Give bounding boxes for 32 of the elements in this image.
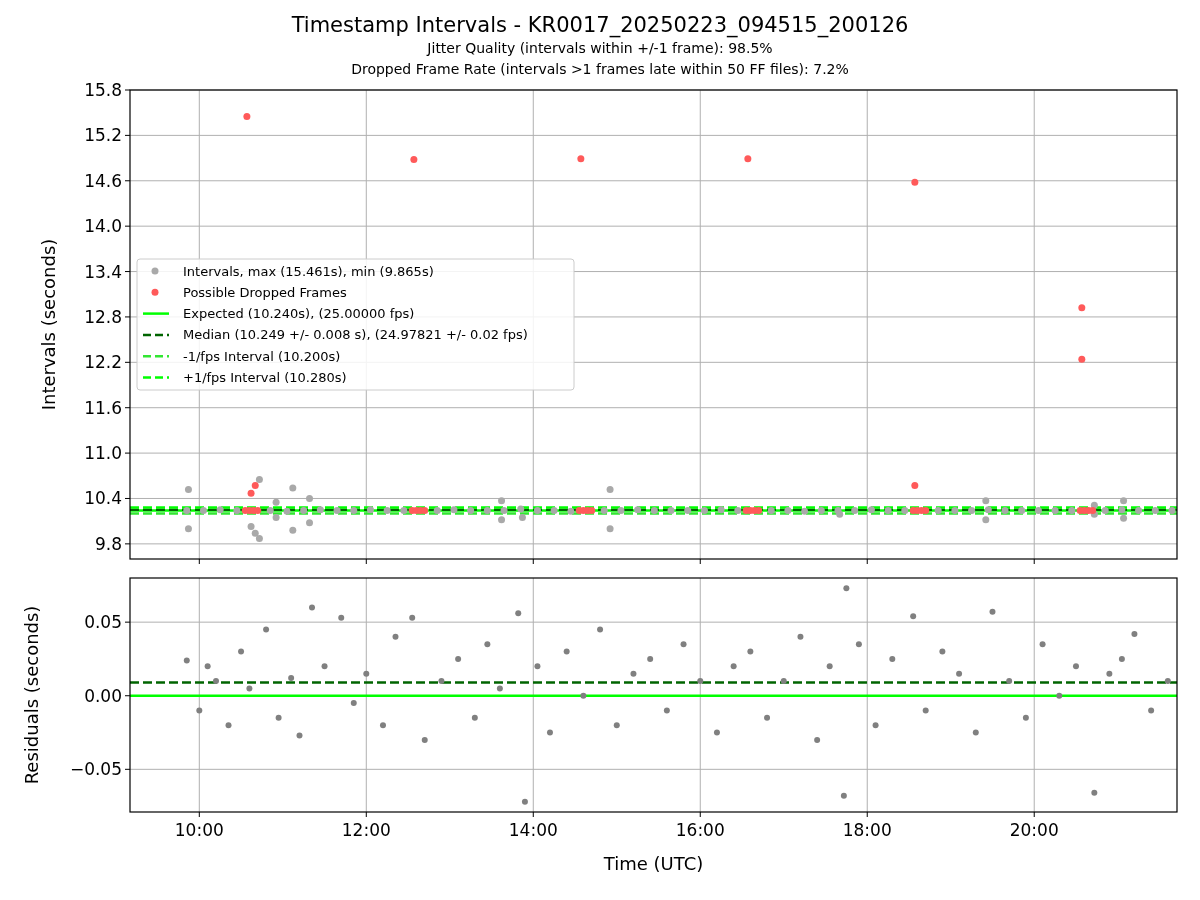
tick-label: 14.0 xyxy=(84,216,122,237)
tick-label: 0.05 xyxy=(84,612,122,633)
tick-label: 0.00 xyxy=(84,685,122,706)
tick-label: 10:00 xyxy=(174,820,224,840)
tick-label: 16:00 xyxy=(675,820,725,840)
axis-title: Residuals (seconds) xyxy=(21,605,42,785)
axis-title: Intervals (seconds) xyxy=(38,238,59,411)
tick-label: 9.8 xyxy=(94,533,122,554)
tick-label: 15.2 xyxy=(84,125,122,146)
legend-label: +1/fps Interval (10.280s) xyxy=(183,370,347,385)
tick-label: 12.8 xyxy=(84,306,122,327)
legend-label: Expected (10.240s), (25.00000 fps) xyxy=(183,306,415,322)
tick-label: 13.4 xyxy=(84,261,122,282)
figure-title: Timestamp Intervals - KR0017_20250223_094515_200126 xyxy=(291,12,909,38)
tick-label: 14.6 xyxy=(84,170,122,191)
tick-label: 11.0 xyxy=(84,443,122,464)
tick-label: 11.6 xyxy=(84,397,122,418)
legend-label: Median (10.249 +/- 0.008 s), (24.97821 +/- 0.02 fps) xyxy=(183,327,528,343)
tick-label: 20:00 xyxy=(1009,820,1059,840)
figure-subtitle: Jitter Quality (intervals within +/-1 frame): 98.5% xyxy=(427,39,773,58)
tick-label: 15.8 xyxy=(84,80,122,100)
legend-label: Possible Dropped Frames xyxy=(183,284,347,300)
legend-label: Intervals, max (15.461s), min (9.865s) xyxy=(183,263,434,279)
legend-label: -1/fps Interval (10.200s) xyxy=(183,348,341,364)
tick-label: 14:00 xyxy=(508,820,558,840)
tick-label: 10.4 xyxy=(84,488,122,509)
axis-title: Time (UTC) xyxy=(603,853,704,874)
tick-label: 18:00 xyxy=(842,820,892,840)
figure-subtitle: Dropped Frame Rate (intervals >1 frames late within 50 FF files): 7.2% xyxy=(351,60,849,79)
tick-label: 12.2 xyxy=(84,352,122,373)
tick-label: 12:00 xyxy=(341,820,391,840)
tick-label: −0.05 xyxy=(69,759,122,780)
